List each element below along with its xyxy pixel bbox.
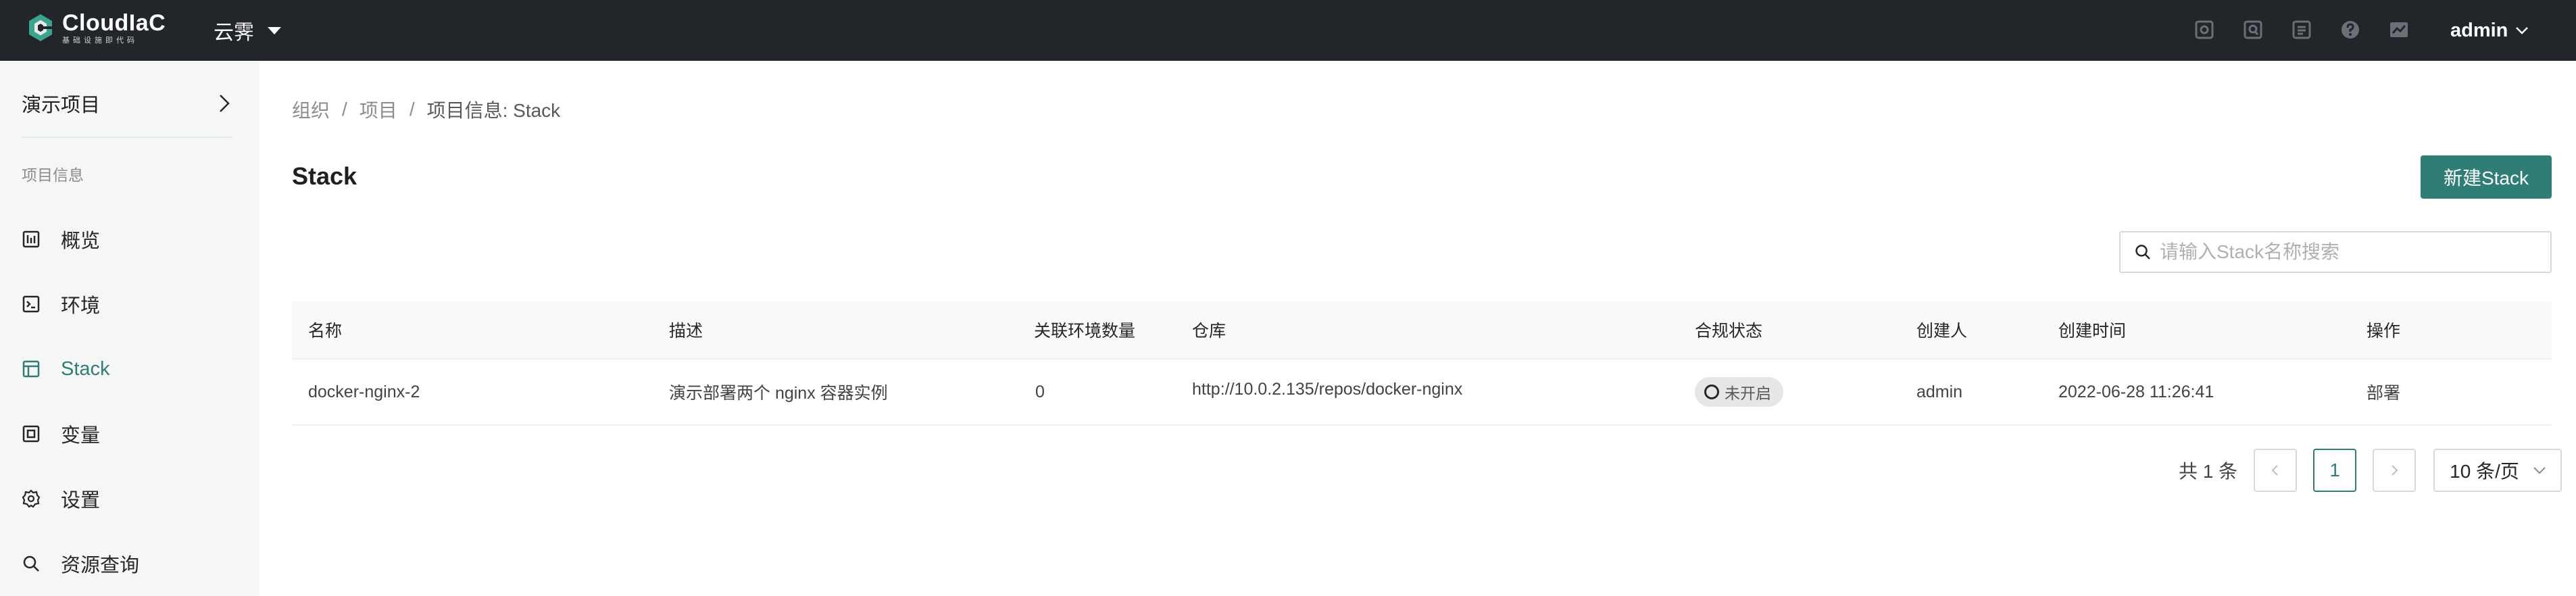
- chevron-down-icon: [2533, 467, 2546, 474]
- sidebar-item-settings[interactable]: 设置: [0, 466, 259, 531]
- column-header-actions: 操作: [2367, 322, 2401, 341]
- cloudiac-logo[interactable]: CloudIaC 基础设施即代码: [24, 10, 166, 45]
- user-name: admin: [2450, 19, 2508, 41]
- breadcrumb: 组织 / 项目 / 项目信息: Stack: [292, 96, 560, 123]
- breadcrumb-current: 项目信息: Stack: [426, 100, 561, 121]
- settings-icon[interactable]: [2189, 15, 2219, 45]
- page-size-value: 10 条/页: [2450, 461, 2519, 482]
- search-box: [2119, 231, 2552, 273]
- column-header-compliance: 合规状态: [1695, 322, 1763, 341]
- breadcrumb-org[interactable]: 组织: [292, 96, 330, 123]
- sidebar-item-label: Stack: [61, 357, 110, 380]
- status-circle-icon: [1704, 384, 1719, 399]
- column-header-creator: 创建人: [1916, 322, 1968, 341]
- top-navigation-bar: CloudIaC 基础设施即代码 云霁 admin: [0, 0, 2576, 61]
- stack-name: docker-nginx-2: [308, 382, 420, 401]
- column-header-name: 名称: [308, 322, 343, 341]
- chart-icon[interactable]: [2384, 15, 2414, 45]
- sidebar-item-overview[interactable]: 概览: [0, 207, 259, 272]
- page-size-select[interactable]: 10 条/页: [2433, 449, 2562, 492]
- sidebar-nav: 概览 环境 Stack 变量 设置 资源查询: [0, 207, 259, 596]
- column-header-env-count: 关联环境数量: [1034, 322, 1136, 341]
- logo-subtitle: 基础设施即代码: [62, 36, 138, 45]
- top-icon-group: [2171, 15, 2414, 45]
- breadcrumb-separator: /: [342, 99, 347, 120]
- deploy-link[interactable]: 部署: [2367, 359, 2400, 424]
- table-row: docker-nginx-2 演示部署两个 nginx 容器实例 0 http:…: [292, 359, 2552, 426]
- page-number-button[interactable]: 1: [2313, 449, 2357, 492]
- compliance-badge: 未开启: [1695, 377, 1783, 407]
- compliance-status: 未开启: [1695, 359, 1783, 424]
- prev-page-button[interactable]: [2254, 449, 2298, 492]
- document-icon[interactable]: [2287, 15, 2317, 45]
- sidebar-item-resource-query[interactable]: 资源查询: [0, 531, 259, 596]
- page-title: Stack: [292, 162, 357, 190]
- sidebar-item-variables[interactable]: 变量: [0, 401, 259, 466]
- org-name: 云霁: [214, 22, 254, 44]
- audit-icon[interactable]: [2238, 15, 2268, 45]
- sidebar-item-label: 环境: [61, 295, 101, 317]
- variable-icon: [22, 424, 41, 443]
- table-header: 名称 描述 关联环境数量 仓库 合规状态 创建人 创建时间 操作: [292, 301, 2552, 359]
- caret-down-icon: [268, 26, 281, 34]
- logo-name: CloudIaC: [62, 10, 166, 36]
- next-page-button[interactable]: [2373, 449, 2417, 492]
- chevron-right-icon: [2392, 465, 2398, 476]
- pagination: 共 1 条 1 10 条/页: [2179, 449, 2562, 492]
- repo-link[interactable]: http://10.0.2.135/repos/docker-nginx: [1192, 357, 1462, 422]
- chevron-left-icon: [2271, 465, 2278, 476]
- column-header-repo: 仓库: [1192, 322, 1227, 341]
- sidebar-item-label: 变量: [61, 425, 101, 447]
- gear-icon: [22, 489, 41, 508]
- overview-icon: [22, 230, 41, 249]
- breadcrumb-project[interactable]: 项目: [360, 96, 397, 123]
- pagination-total: 共 1 条: [2179, 461, 2238, 482]
- compliance-text: 未开启: [1725, 384, 1771, 402]
- stack-description: 演示部署两个 nginx 容器实例: [669, 384, 888, 403]
- stack-created-at: 2022-06-28 11:26:41: [2058, 382, 2214, 401]
- cloudiac-logo-icon: [29, 14, 52, 41]
- column-header-created-at: 创建时间: [2058, 322, 2127, 341]
- breadcrumb-separator: /: [409, 99, 415, 120]
- user-menu[interactable]: admin: [2450, 14, 2529, 47]
- org-switcher[interactable]: 云霁: [214, 14, 281, 47]
- terminal-icon: [22, 295, 41, 314]
- chevron-right-icon: [220, 95, 230, 112]
- sidebar-item-label: 资源查询: [61, 555, 140, 576]
- new-stack-button[interactable]: 新建Stack: [2421, 155, 2552, 199]
- stack-creator: admin: [1916, 382, 1963, 401]
- help-icon[interactable]: [2335, 15, 2365, 45]
- sidebar-item-stack[interactable]: Stack: [0, 337, 259, 401]
- search-icon: [22, 554, 41, 573]
- column-header-description: 描述: [669, 322, 703, 341]
- search-icon: [2135, 245, 2150, 259]
- chevron-down-icon: [2516, 27, 2529, 34]
- sidebar-item-label: 设置: [61, 490, 101, 512]
- env-count-link[interactable]: 0: [1035, 359, 1045, 424]
- sidebar: 演示项目 项目信息 概览 环境 Stack 变量 设置 资源查询: [0, 61, 259, 596]
- stack-table: 名称 描述 关联环境数量 仓库 合规状态 创建人 创建时间 操作 docker-…: [292, 301, 2552, 426]
- sidebar-item-environment[interactable]: 环境: [0, 272, 259, 337]
- stack-icon: [22, 359, 41, 378]
- project-name: 演示项目: [22, 95, 101, 116]
- project-switcher[interactable]: 演示项目: [22, 89, 232, 138]
- stack-search-input[interactable]: [2160, 241, 2538, 263]
- sidebar-section-label: 项目信息: [22, 166, 84, 184]
- sidebar-item-label: 概览: [61, 230, 101, 252]
